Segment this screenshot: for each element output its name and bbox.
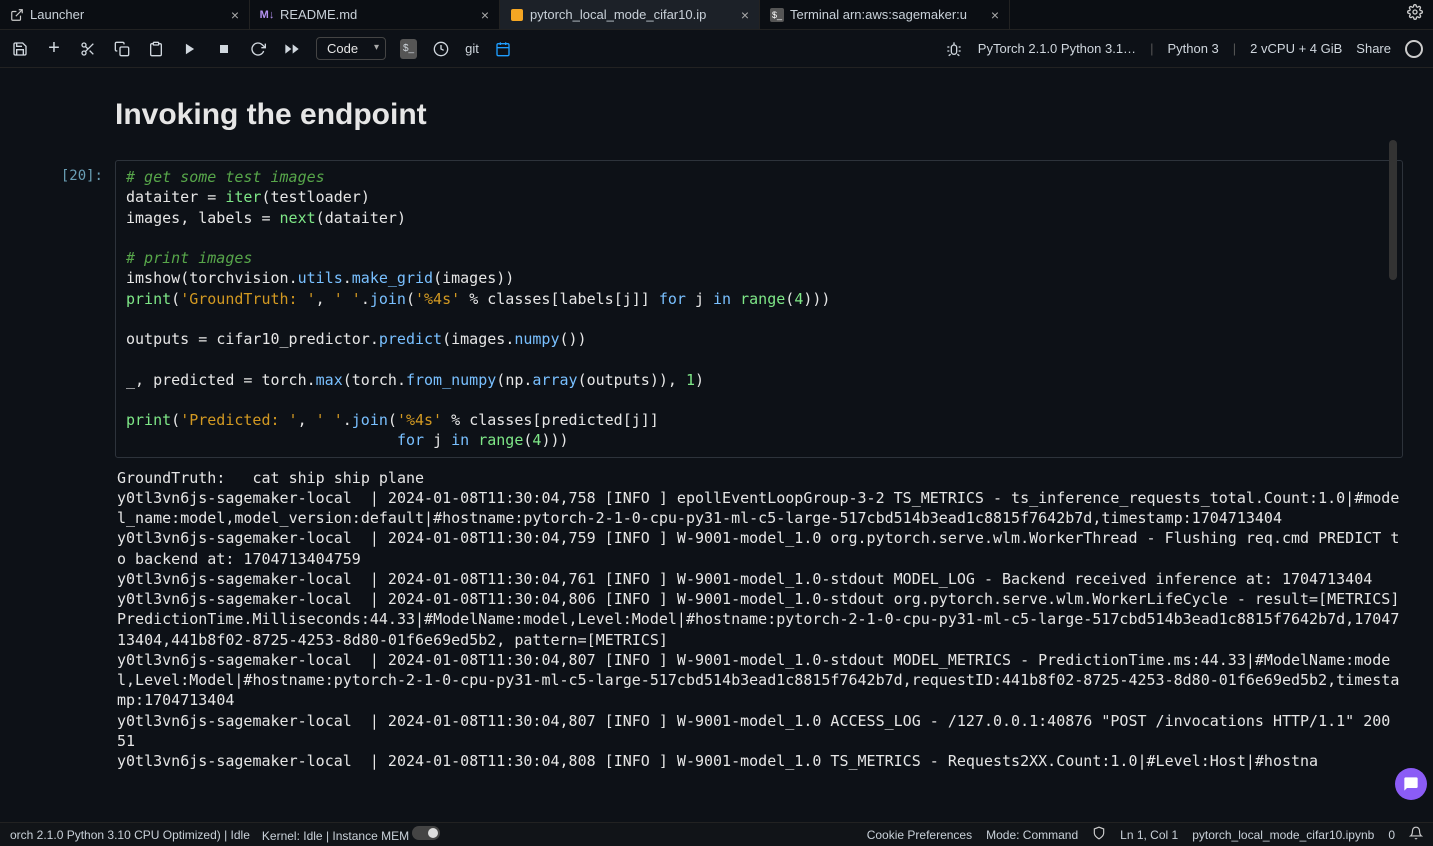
markdown-icon: M↓	[260, 8, 274, 22]
kernel-label[interactable]: Python 3	[1167, 41, 1218, 56]
bug-icon[interactable]	[944, 39, 964, 59]
line-col[interactable]: Ln 1, Col 1	[1120, 828, 1178, 842]
history-button[interactable]	[431, 39, 451, 59]
kernel-status-icon[interactable]	[1405, 40, 1423, 58]
close-icon[interactable]: ×	[231, 7, 239, 23]
tab-terminal[interactable]: $_ Terminal arn:aws:sagemaker:u ×	[760, 0, 1010, 29]
status-file[interactable]: pytorch_local_mode_cifar10.ipynb	[1192, 828, 1374, 842]
git-label[interactable]: git	[465, 41, 479, 56]
code-cell[interactable]: [20]: # get some test images dataiter = …	[55, 160, 1403, 458]
mode-indicator[interactable]: Mode: Command	[986, 828, 1078, 842]
tab-label: pytorch_local_mode_cifar10.ip	[530, 7, 706, 22]
cookie-preferences[interactable]: Cookie Preferences	[867, 828, 972, 842]
code-content[interactable]: # get some test images dataiter = iter(t…	[126, 167, 1392, 451]
notebook-surface: Invoking the endpoint [20]: # get some t…	[0, 68, 1433, 822]
close-icon[interactable]: ×	[741, 7, 749, 23]
mem-toggle[interactable]	[412, 826, 440, 840]
cell-prompt: [20]:	[55, 160, 115, 458]
trust-icon[interactable]	[1092, 826, 1106, 843]
status-count: 0	[1388, 828, 1395, 842]
tab-launcher[interactable]: Launcher ×	[0, 0, 250, 29]
tab-label: Terminal arn:aws:sagemaker:u	[790, 7, 967, 22]
close-icon[interactable]: ×	[481, 7, 489, 23]
run-button[interactable]	[180, 39, 200, 59]
cut-button[interactable]	[78, 39, 98, 59]
scrollbar-thumb[interactable]	[1389, 140, 1397, 280]
tab-label: README.md	[280, 7, 357, 22]
bell-icon[interactable]	[1409, 826, 1423, 843]
runtime-label[interactable]: PyTorch 2.1.0 Python 3.1…	[978, 41, 1136, 56]
status-kernel[interactable]: Kernel: Idle | Instance MEM	[262, 826, 441, 843]
paste-button[interactable]	[146, 39, 166, 59]
code-input[interactable]: # get some test images dataiter = iter(t…	[115, 160, 1403, 458]
git-diff-button[interactable]	[493, 39, 513, 59]
tab-notebook[interactable]: pytorch_local_mode_cifar10.ip ×	[500, 0, 760, 29]
cell-type-dropdown[interactable]: Code	[316, 37, 386, 60]
share-button[interactable]: Share	[1356, 41, 1391, 56]
restart-button[interactable]	[248, 39, 268, 59]
variable-inspector-button[interactable]: $_	[400, 39, 417, 59]
tab-bar: Launcher × M↓ README.md × pytorch_local_…	[0, 0, 1433, 30]
close-icon[interactable]: ×	[991, 7, 999, 23]
notebook-toolbar: + Code $_ git PyTorch 2.1.0 Python 3.1… …	[0, 30, 1433, 68]
chat-button[interactable]	[1395, 768, 1427, 800]
output-text: GroundTruth: cat ship ship plane y0tl3vn…	[117, 468, 1403, 772]
terminal-icon: $_	[770, 8, 784, 22]
status-bar: orch 2.1.0 Python 3.10 CPU Optimized) | …	[0, 822, 1433, 846]
tab-label: Launcher	[30, 7, 84, 22]
copy-button[interactable]	[112, 39, 132, 59]
add-cell-button[interactable]: +	[44, 39, 64, 59]
tab-readme[interactable]: M↓ README.md ×	[250, 0, 500, 29]
fast-forward-button[interactable]	[282, 39, 302, 59]
cell-output: GroundTruth: cat ship ship plane y0tl3vn…	[115, 458, 1403, 772]
external-icon	[10, 8, 24, 22]
compute-label[interactable]: 2 vCPU + 4 GiB	[1250, 41, 1342, 56]
stop-button[interactable]	[214, 39, 234, 59]
status-image[interactable]: orch 2.1.0 Python 3.10 CPU Optimized) | …	[10, 828, 250, 842]
save-button[interactable]	[10, 39, 30, 59]
notebook-icon	[510, 8, 524, 22]
section-title: Invoking the endpoint	[115, 98, 1403, 132]
settings-icon[interactable]	[1397, 4, 1433, 25]
